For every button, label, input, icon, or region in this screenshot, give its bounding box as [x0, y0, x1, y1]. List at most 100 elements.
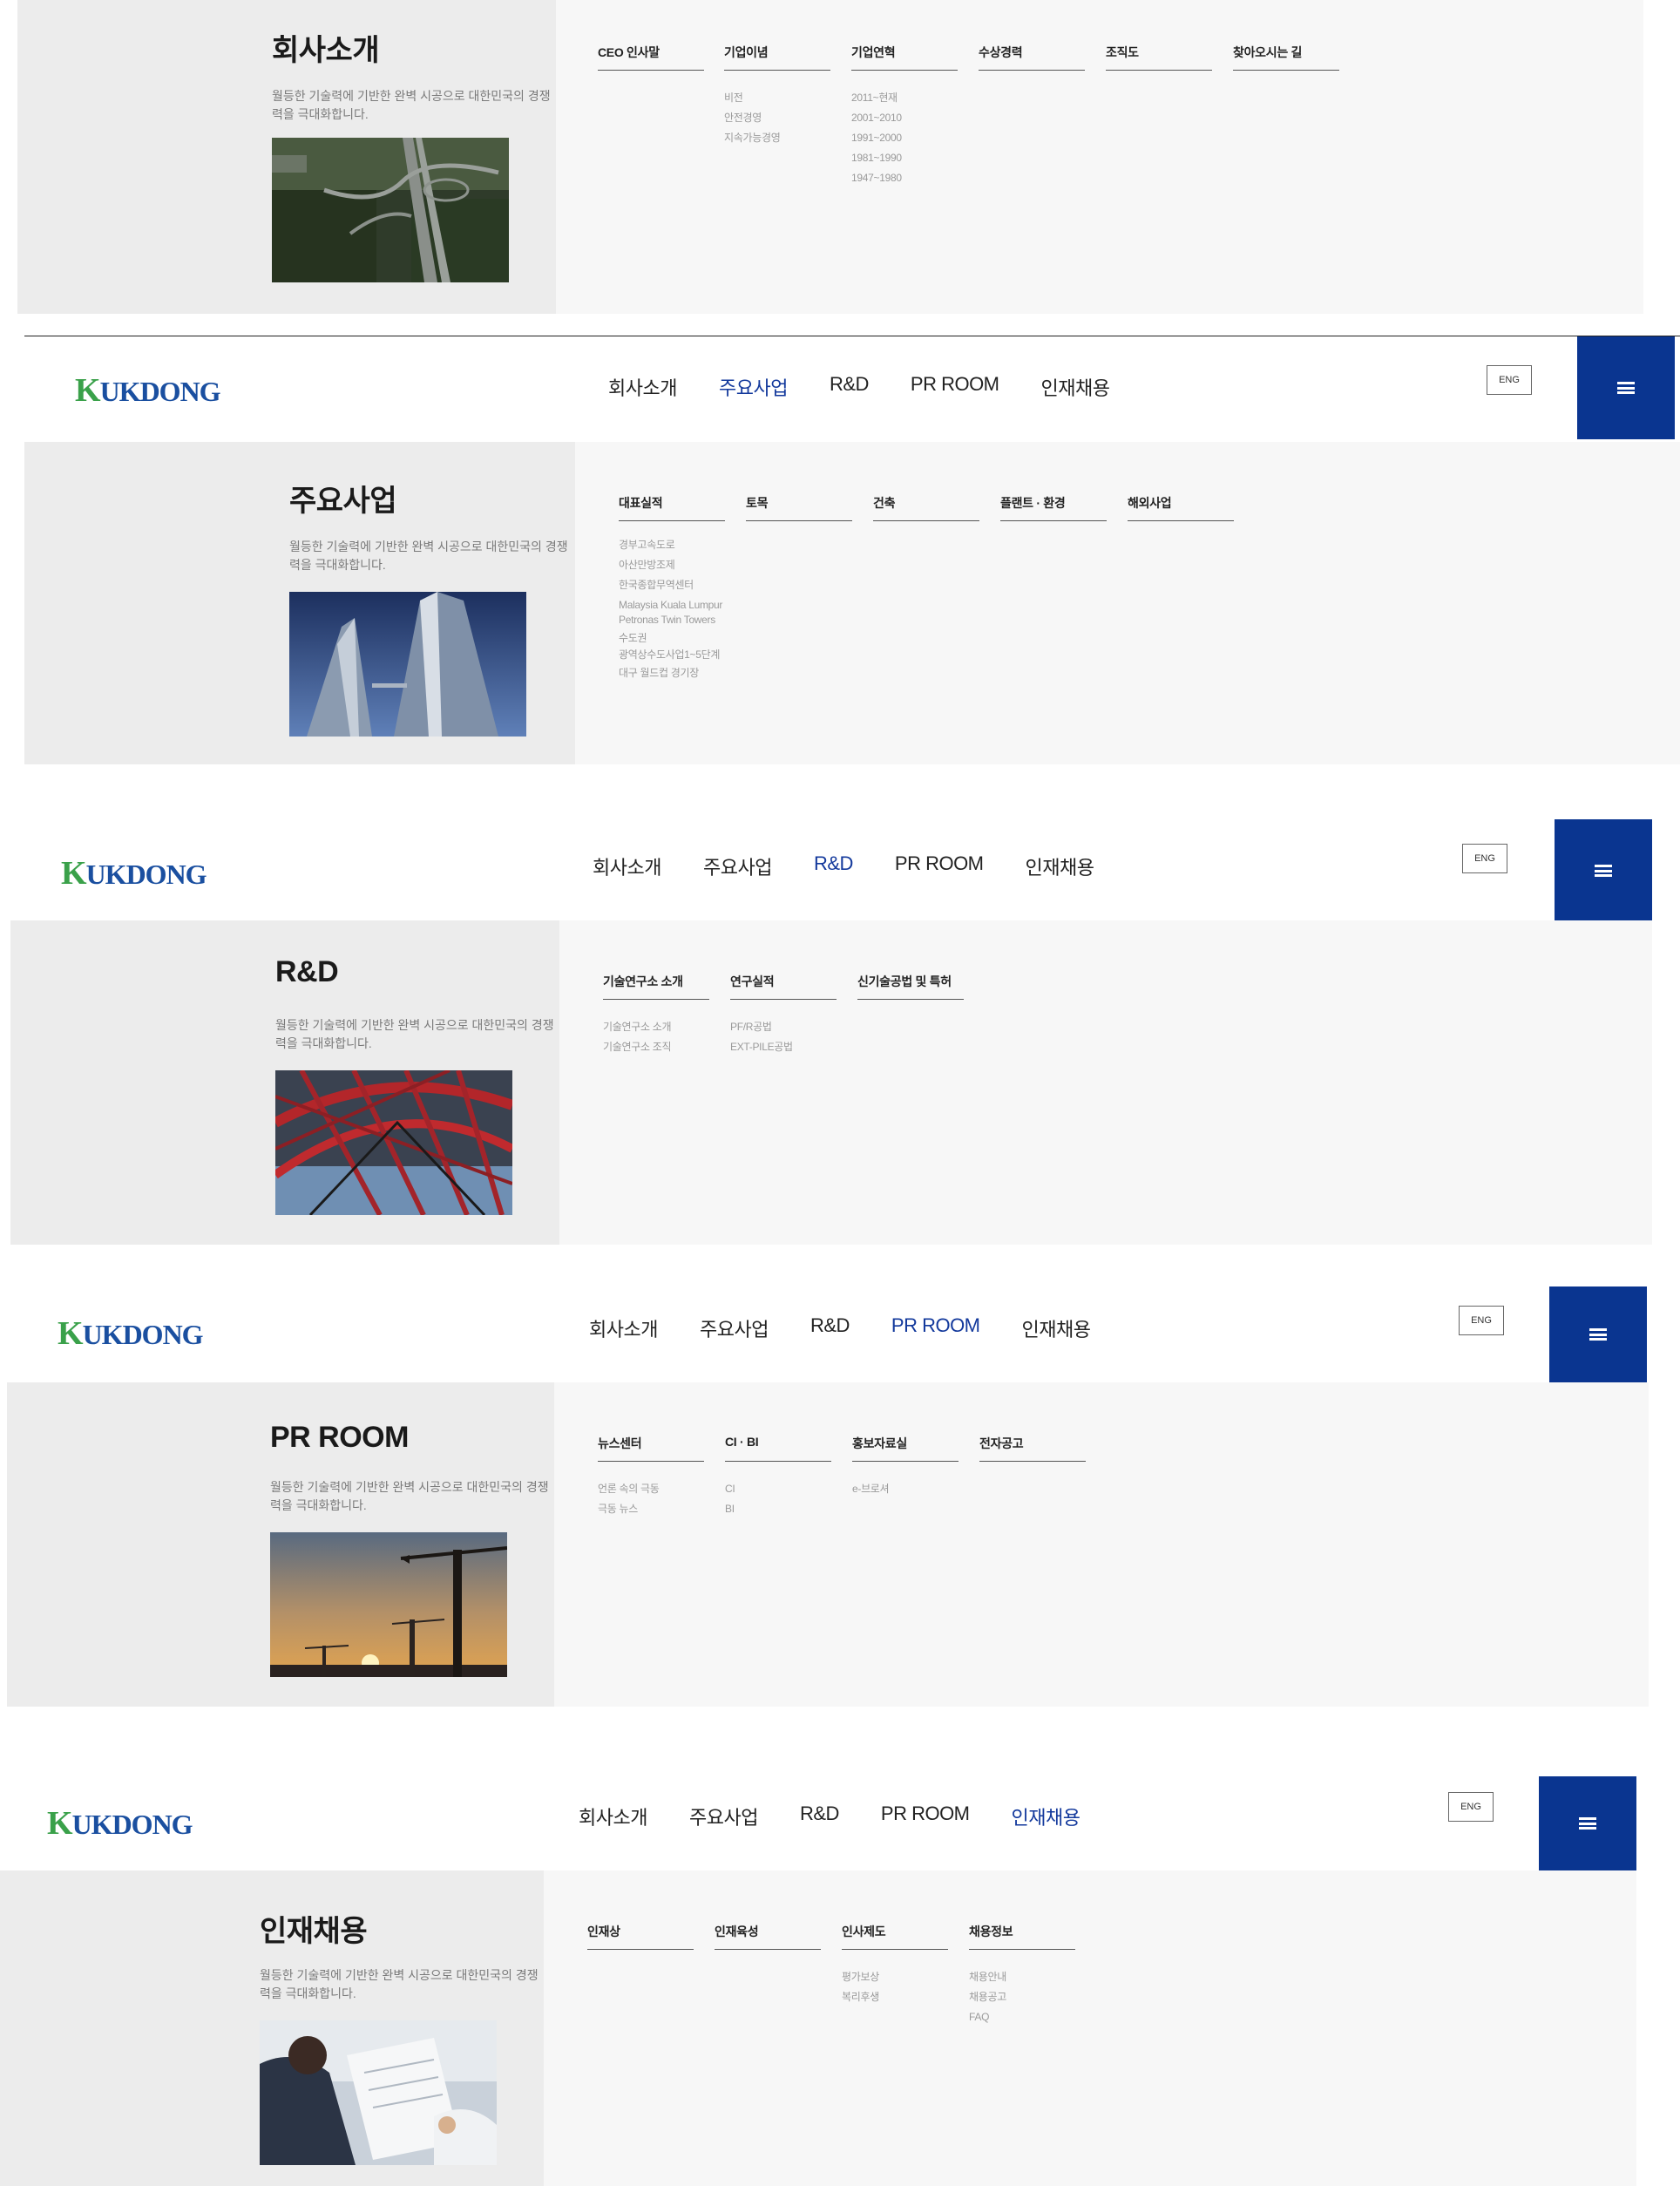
- menu-link[interactable]: 안전경영: [724, 108, 830, 128]
- nav-rnd[interactable]: R&D: [814, 852, 853, 880]
- nav-rnd[interactable]: R&D: [810, 1314, 850, 1342]
- menu-col-location[interactable]: 찾아오시는 길: [1233, 44, 1339, 71]
- menu-link[interactable]: PF/R공법: [730, 1017, 837, 1037]
- eng-button[interactable]: ENG: [1459, 1306, 1504, 1335]
- menu-col-title[interactable]: 인재육성: [715, 1923, 821, 1950]
- nav-business[interactable]: 주요사업: [700, 1314, 769, 1342]
- menu-col-title[interactable]: CEO 인사말: [598, 44, 704, 71]
- menu-col-title[interactable]: 인재상: [587, 1923, 694, 1950]
- menu-link[interactable]: 언론 속의 극동: [598, 1479, 704, 1499]
- menu-link[interactable]: 복리후생: [842, 1987, 948, 2007]
- nav-business[interactable]: 주요사업: [703, 852, 772, 880]
- menu-col-title[interactable]: 신기술공법 및 특허: [857, 973, 964, 1000]
- nav-business[interactable]: 주요사업: [719, 373, 788, 401]
- nav-company[interactable]: 회사소개: [593, 852, 661, 880]
- menu-col-title[interactable]: 수상경력: [979, 44, 1085, 71]
- eng-button[interactable]: ENG: [1448, 1792, 1494, 1822]
- hamburger-menu-button[interactable]: [1539, 1776, 1636, 1870]
- menu-link[interactable]: 비전: [724, 88, 830, 108]
- menu-col-jobs[interactable]: 채용정보 채용안내 채용공고 FAQ: [969, 1923, 1075, 2027]
- menu-link[interactable]: 수도권: [619, 630, 725, 647]
- menu-link[interactable]: 한국종합무역센터: [619, 575, 725, 595]
- nav-company[interactable]: 회사소개: [589, 1314, 658, 1342]
- menu-col-title[interactable]: 찾아오시는 길: [1233, 44, 1339, 71]
- nav-rnd[interactable]: R&D: [800, 1802, 839, 1830]
- nav-prroom[interactable]: PR ROOM: [891, 1314, 980, 1342]
- menu-link[interactable]: 대구 월드컵 경기장: [619, 663, 725, 683]
- menu-link[interactable]: 지속가능경영: [724, 128, 830, 148]
- menu-col-awards[interactable]: 수상경력: [979, 44, 1085, 71]
- menu-link[interactable]: 기술연구소 소개: [603, 1017, 709, 1037]
- menu-col-training[interactable]: 인재육성: [715, 1923, 821, 1950]
- hamburger-menu-button[interactable]: [1577, 336, 1675, 439]
- hamburger-menu-button[interactable]: [1555, 819, 1652, 922]
- menu-link[interactable]: 채용공고: [969, 1987, 1075, 2007]
- menu-link[interactable]: e-브로셔: [852, 1479, 959, 1499]
- menu-col-cibi[interactable]: CI · BI CI BI: [725, 1435, 831, 1519]
- menu-col-talent[interactable]: 인재상: [587, 1923, 694, 1950]
- eng-button[interactable]: ENG: [1487, 365, 1532, 395]
- nav-business[interactable]: 주요사업: [689, 1802, 758, 1830]
- menu-col-title[interactable]: 채용정보: [969, 1923, 1075, 1950]
- kukdong-logo[interactable]: KUKDONG: [61, 854, 207, 893]
- menu-col-overseas[interactable]: 해외사업: [1128, 494, 1234, 521]
- menu-link[interactable]: Petronas Twin Towers: [619, 613, 725, 628]
- menu-link[interactable]: 1981~1990: [851, 148, 958, 168]
- kukdong-logo[interactable]: KUKDONG: [75, 371, 221, 410]
- kukdong-logo[interactable]: KUKDONG: [47, 1804, 193, 1843]
- menu-col-building[interactable]: 건축: [873, 494, 979, 521]
- nav-recruit[interactable]: 인재채용: [1041, 373, 1110, 401]
- menu-col-title[interactable]: 해외사업: [1128, 494, 1234, 521]
- menu-col-history[interactable]: 기업연혁 2011~현재 2001~2010 1991~2000 1981~19…: [851, 44, 958, 188]
- menu-link[interactable]: 광역상수도사업1~5단계: [619, 647, 725, 663]
- menu-link[interactable]: 채용안내: [969, 1967, 1075, 1987]
- kukdong-logo[interactable]: KUKDONG: [58, 1314, 204, 1353]
- menu-col-title[interactable]: 플랜트 · 환경: [1000, 494, 1107, 521]
- nav-prroom[interactable]: PR ROOM: [911, 373, 999, 401]
- menu-col-hr-system[interactable]: 인사제도 평가보상 복리후생: [842, 1923, 948, 2007]
- menu-link[interactable]: FAQ: [969, 2007, 1075, 2027]
- menu-col-title[interactable]: 조직도: [1106, 44, 1212, 71]
- menu-col-institute[interactable]: 기술연구소 소개 기술연구소 소개 기술연구소 조직: [603, 973, 709, 1057]
- menu-col-ideology[interactable]: 기업이념 비전 안전경영 지속가능경영: [724, 44, 830, 148]
- menu-link[interactable]: 2001~2010: [851, 108, 958, 128]
- menu-link[interactable]: 경부고속도로: [619, 535, 725, 555]
- menu-col-plant[interactable]: 플랜트 · 환경: [1000, 494, 1107, 521]
- menu-col-pr-materials[interactable]: 홍보자료실 e-브로셔: [852, 1435, 959, 1499]
- menu-col-title[interactable]: CI · BI: [725, 1435, 831, 1462]
- nav-rnd[interactable]: R&D: [830, 373, 869, 401]
- menu-link[interactable]: 극동 뉴스: [598, 1499, 704, 1519]
- nav-company[interactable]: 회사소개: [579, 1802, 647, 1830]
- menu-link[interactable]: CI: [725, 1479, 831, 1499]
- nav-prroom[interactable]: PR ROOM: [881, 1802, 970, 1830]
- menu-col-title[interactable]: 기업이념: [724, 44, 830, 71]
- menu-col-title[interactable]: 전자공고: [979, 1435, 1086, 1462]
- menu-col-civil[interactable]: 토목: [746, 494, 852, 521]
- menu-col-title[interactable]: 기업연혁: [851, 44, 958, 71]
- nav-prroom[interactable]: PR ROOM: [895, 852, 984, 880]
- menu-col-org[interactable]: 조직도: [1106, 44, 1212, 71]
- menu-col-research[interactable]: 연구실적 PF/R공법 EXT-PILE공법: [730, 973, 837, 1057]
- nav-recruit[interactable]: 인재채용: [1012, 1802, 1080, 1830]
- menu-col-ceo[interactable]: CEO 인사말: [598, 44, 704, 71]
- menu-col-title[interactable]: 인사제도: [842, 1923, 948, 1950]
- menu-col-title[interactable]: 기술연구소 소개: [603, 973, 709, 1000]
- menu-col-e-notice[interactable]: 전자공고: [979, 1435, 1086, 1462]
- menu-col-title[interactable]: 홍보자료실: [852, 1435, 959, 1462]
- menu-link[interactable]: 1991~2000: [851, 128, 958, 148]
- menu-col-representative[interactable]: 대표실적 경부고속도로 아산만방조제 한국종합무역센터 Malaysia Kua…: [619, 494, 725, 683]
- menu-col-title[interactable]: 연구실적: [730, 973, 837, 1000]
- menu-col-title[interactable]: 뉴스센터: [598, 1435, 704, 1462]
- menu-link[interactable]: 평가보상: [842, 1967, 948, 1987]
- nav-company[interactable]: 회사소개: [608, 373, 677, 401]
- menu-col-title[interactable]: 토목: [746, 494, 852, 521]
- menu-link[interactable]: 기술연구소 조직: [603, 1037, 709, 1057]
- menu-link[interactable]: 1947~1980: [851, 168, 958, 188]
- menu-col-title[interactable]: 대표실적: [619, 494, 725, 521]
- menu-link[interactable]: Malaysia Kuala Lumpur: [619, 598, 725, 613]
- menu-col-news[interactable]: 뉴스센터 언론 속의 극동 극동 뉴스: [598, 1435, 704, 1519]
- menu-link[interactable]: BI: [725, 1499, 831, 1519]
- nav-recruit[interactable]: 인재채용: [1022, 1314, 1091, 1342]
- nav-recruit[interactable]: 인재채용: [1026, 852, 1094, 880]
- eng-button[interactable]: ENG: [1462, 844, 1507, 873]
